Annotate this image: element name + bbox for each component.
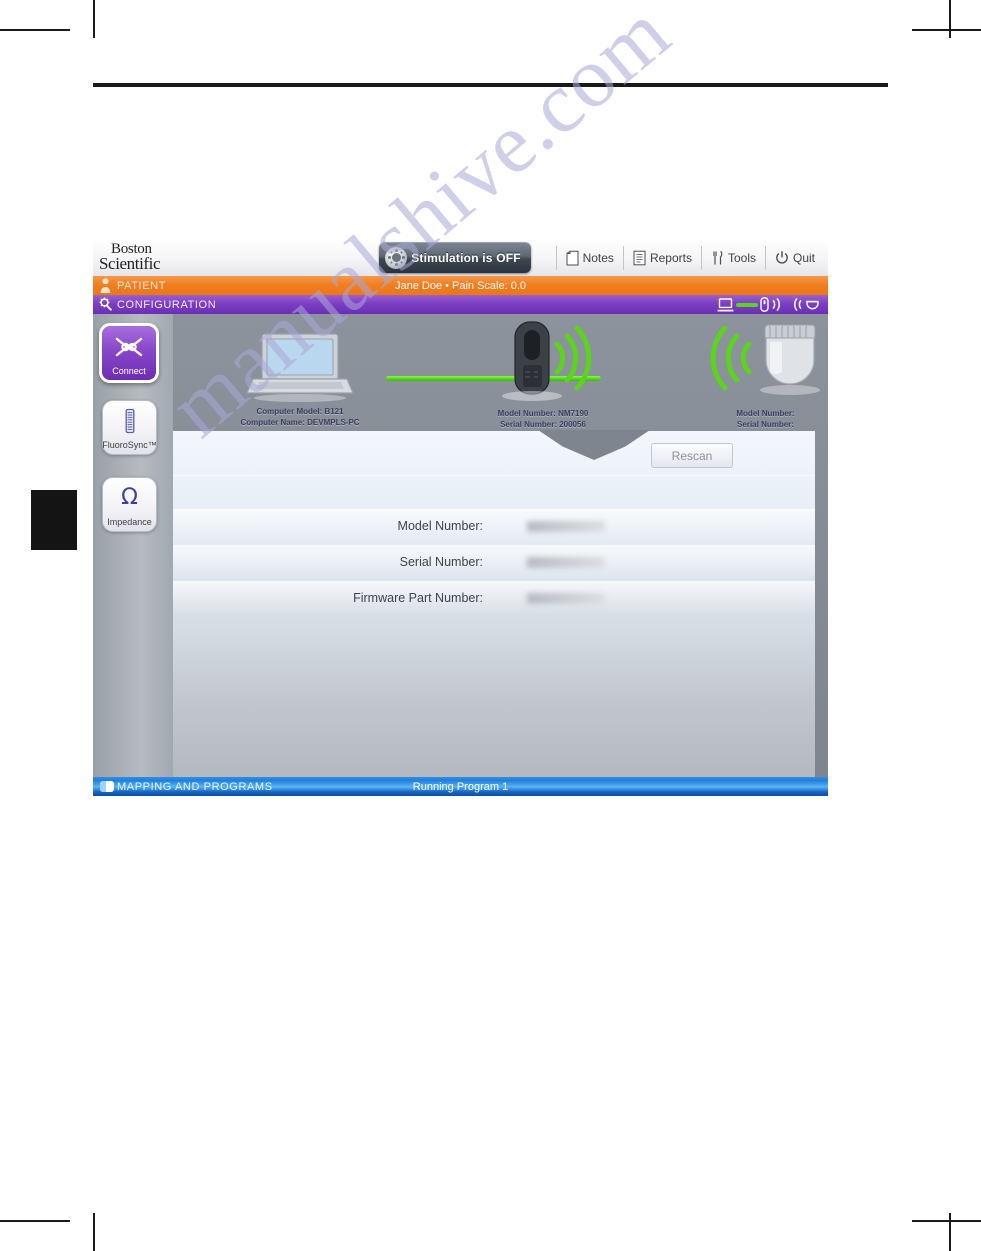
- field-label-model-number: Model Number:: [397, 519, 483, 533]
- stimulation-toggle-button[interactable]: Stimulation is OFF: [379, 242, 531, 273]
- fork-knife-tools-icon: [713, 250, 723, 265]
- stimulation-status-label: Stimulation is OFF: [411, 250, 521, 265]
- signal-waves-icon: [794, 297, 802, 312]
- page-header-rule: [93, 83, 888, 87]
- crop-mark-top-right-horizontal: [912, 29, 981, 31]
- crop-mark-top-left-horizontal: [0, 29, 70, 31]
- stimulation-sun-icon: [385, 246, 407, 269]
- note-page-icon: [566, 250, 579, 266]
- toolbar-label-tools: Tools: [727, 251, 756, 265]
- ipg-icon: [710, 324, 820, 395]
- crop-mark-bottom-right-horizontal: [912, 1220, 981, 1222]
- sidebar-item-connect[interactable]: Connect: [99, 323, 159, 383]
- patient-bar[interactable]: PATIENT Jane Doe • Pain Scale: 0.0: [93, 276, 828, 295]
- power-icon: [776, 251, 788, 264]
- device-wand-line-2: Serial Number: 200056: [500, 420, 586, 429]
- device-connection-diagram: Computer Model: B121 Computer Name: DEVM…: [173, 314, 828, 439]
- crop-mark-bottom-right-vertical: [949, 1213, 951, 1251]
- field-value-serial-number: [527, 556, 605, 568]
- connect-content-panel: Rescan Model Number: Serial Number: Firm…: [173, 430, 815, 777]
- clinician-programmer-window: Boston Scientific Stimulation is OFF Not…: [93, 240, 828, 796]
- mode-sidebar: Connect FluoroSync™ Ω Impedance: [93, 314, 173, 777]
- connection-status-indicator: [717, 296, 820, 313]
- device-computer-line-1: Computer Model: B121: [256, 407, 344, 416]
- green-link-icon: [736, 302, 758, 307]
- running-program-status: Running Program 1: [412, 780, 509, 793]
- laptop-icon: [246, 333, 354, 402]
- report-document-icon: [633, 250, 646, 266]
- field-label-firmware-part-number: Firmware Part Number:: [353, 591, 483, 605]
- crop-mark-bottom-left-vertical: [93, 1213, 95, 1251]
- crop-mark-bottom-left-horizontal: [0, 1220, 70, 1222]
- sidebar-item-fluorosync[interactable]: FluoroSync™: [102, 400, 157, 455]
- boston-scientific-logo: Boston Scientific: [99, 242, 229, 274]
- field-row-serial-number: Serial Number:: [283, 549, 605, 575]
- field-label-serial-number: Serial Number:: [399, 555, 483, 569]
- sidebar-item-impedance[interactable]: Ω Impedance: [102, 477, 157, 532]
- sidebar-label-fluorosync: FluoroSync™: [102, 440, 157, 450]
- wand-icon: [502, 321, 592, 401]
- page-edge-tab: [31, 490, 77, 550]
- field-row-firmware-part-number: Firmware Part Number:: [283, 585, 605, 611]
- rescan-button[interactable]: Rescan: [651, 443, 733, 468]
- sidebar-label-impedance: Impedance: [107, 517, 152, 527]
- toolbar-actions: Notes Reports Tools Quit: [555, 242, 824, 274]
- toolbar-item-reports[interactable]: Reports: [622, 246, 701, 270]
- wand-icon: [760, 297, 769, 312]
- mapping-and-programs-bar[interactable]: MAPPING AND PROGRAMS Running Program 1: [93, 777, 828, 796]
- fluoro-probe-icon: [123, 401, 137, 441]
- toolbar-label-notes: Notes: [582, 251, 614, 265]
- panel-divider: [173, 475, 815, 476]
- ipg-icon: [806, 300, 819, 310]
- toolbar-label-reports: Reports: [649, 251, 692, 265]
- crop-mark-top-right-vertical: [949, 0, 951, 38]
- configuration-bar[interactable]: CONFIGURATION: [93, 295, 828, 314]
- device-ipg: Model Number: Serial Number:: [678, 320, 828, 430]
- gear-wand-icon: [99, 297, 113, 311]
- omega-glyph: Ω: [121, 485, 138, 510]
- device-wand-line-1: Model Number: NM7190: [497, 409, 589, 418]
- connect-link-icon: [115, 326, 143, 367]
- field-value-firmware-part-number: [527, 592, 605, 604]
- device-computer: Computer Model: B121 Computer Name: DEVM…: [215, 332, 385, 428]
- field-value-model-number: [527, 520, 605, 532]
- panel-notch: [538, 430, 650, 460]
- configuration-bar-title: CONFIGURATION: [117, 298, 217, 311]
- laptop-icon: [717, 297, 734, 311]
- toolbar-item-tools[interactable]: Tools: [700, 246, 765, 270]
- device-ipg-line-1: Model Number:: [736, 409, 795, 418]
- logo-line-2: Scientific: [99, 254, 161, 273]
- app-toolbar: Boston Scientific Stimulation is OFF Not…: [93, 240, 828, 276]
- patient-info: Jane Doe • Pain Scale: 0.0: [394, 279, 527, 292]
- field-row-model-number: Model Number:: [283, 513, 605, 539]
- crop-mark-top-left-vertical: [93, 0, 95, 38]
- omega-icon: Ω: [121, 478, 138, 518]
- signal-waves-icon: [772, 297, 780, 312]
- sidebar-label-connect: Connect: [112, 366, 146, 376]
- device-programmer-wand: Model Number: NM7190 Serial Number: 2000…: [463, 320, 623, 430]
- device-ipg-line-2: Serial Number:: [737, 420, 794, 429]
- toolbar-item-quit[interactable]: Quit: [764, 246, 824, 270]
- app-body: Connect FluoroSync™ Ω Impedance Computer…: [93, 314, 828, 777]
- device-computer-line-2: Computer Name: DEVMPLS-PC: [240, 418, 360, 427]
- toolbar-item-notes[interactable]: Notes: [555, 246, 623, 270]
- toolbar-label-quit: Quit: [792, 251, 815, 265]
